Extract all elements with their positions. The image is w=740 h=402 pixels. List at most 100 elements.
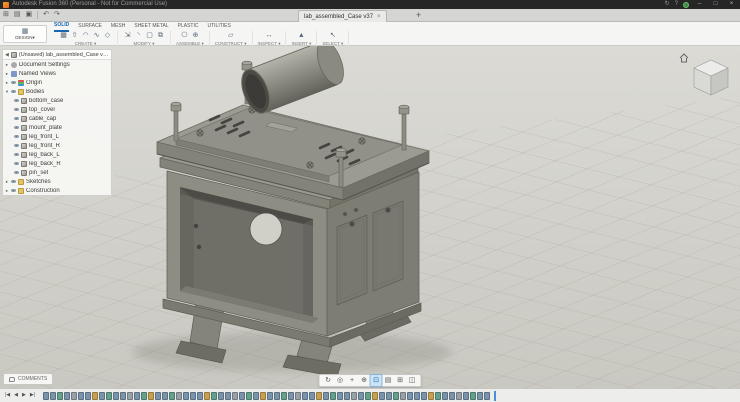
loft-tool-icon[interactable]: ◇ [103,31,112,40]
collapse-panel-icon[interactable]: ◀ [5,52,9,58]
timeline-feature[interactable] [225,392,231,400]
undo-icon[interactable]: ↶ [43,9,49,21]
timeline-feature[interactable] [470,392,476,400]
timeline-feature[interactable] [78,392,84,400]
timeline-feature[interactable] [134,392,140,400]
timeline-feature[interactable] [169,392,175,400]
joint-tool-icon[interactable]: ⊕ [191,31,200,40]
visibility-eye-icon[interactable] [14,108,19,112]
timeline-feature[interactable] [288,392,294,400]
shell-tool-icon[interactable]: ▢ [145,31,154,40]
timeline-feature[interactable] [176,392,182,400]
timeline-feature[interactable] [358,392,364,400]
create-sketch-tool-icon[interactable]: ▦ [59,31,68,40]
timeline-feature[interactable] [113,392,119,400]
timeline-feature[interactable] [428,392,434,400]
measure-tool-icon[interactable]: ↔ [264,31,273,40]
extrude-tool-icon[interactable]: ⇧ [70,31,79,40]
timeline-feature[interactable] [295,392,301,400]
expand-arrow-icon[interactable]: ▸ [5,179,9,185]
timeline-feature[interactable] [267,392,273,400]
expand-arrow-icon[interactable]: ▸ [5,188,9,194]
user-avatar[interactable] [683,2,689,8]
display-settings-icon[interactable]: ▤ [383,375,394,386]
browser-item-construction[interactable]: ▸Construction [3,186,111,195]
timeline-feature[interactable] [337,392,343,400]
go-to-start-button[interactable]: |◀ [4,389,11,402]
tab-plastic[interactable]: PLASTIC [178,22,199,31]
timeline-feature[interactable] [218,392,224,400]
browser-item-body[interactable]: leg_front_R [3,141,111,150]
browser-item-body[interactable]: cable_cap [3,114,111,123]
timeline-feature[interactable] [365,392,371,400]
timeline-feature[interactable] [463,392,469,400]
revolve-tool-icon[interactable]: ◠ [81,31,90,40]
timeline-feature[interactable] [50,392,56,400]
expand-arrow-icon[interactable]: ▾ [5,89,9,95]
timeline-feature[interactable] [246,392,252,400]
timeline-feature[interactable] [351,392,357,400]
data-panel-icon[interactable]: ⊞ [3,9,9,21]
timeline-feature[interactable] [71,392,77,400]
tab-surface[interactable]: SURFACE [78,22,102,31]
visibility-eye-icon[interactable] [14,153,19,157]
timeline-feature[interactable] [253,392,259,400]
timeline-feature[interactable] [127,392,133,400]
timeline-feature[interactable] [148,392,154,400]
tab-utilities[interactable]: UTILITIES [207,22,230,31]
timeline-feature[interactable] [260,392,266,400]
visibility-eye-icon[interactable] [14,99,19,103]
timeline-feature[interactable] [484,392,490,400]
home-icon[interactable] [680,54,688,62]
browser-item-body[interactable]: leg_back_L [3,150,111,159]
zoom-icon[interactable]: ⊕ [359,375,370,386]
visibility-eye-icon[interactable] [14,135,19,139]
browser-item-bodies[interactable]: ▾Bodies [3,87,111,96]
timeline-feature[interactable] [449,392,455,400]
timeline-feature[interactable] [197,392,203,400]
timeline-feature[interactable] [64,392,70,400]
browser-header[interactable]: ◀ (Unsaved) lab_assembled_Case v37 [3,50,111,60]
timeline-feature[interactable] [141,392,147,400]
document-tab[interactable]: lab_assembled_Case v37 × [298,10,387,22]
insert-mesh-tool-icon[interactable]: ▲ [297,31,306,40]
visibility-eye-icon[interactable] [14,162,19,166]
new-component-tool-icon[interactable]: ⎔ [180,31,189,40]
visibility-eye-icon[interactable] [14,126,19,130]
timeline-feature[interactable] [183,392,189,400]
timeline-feature[interactable] [239,392,245,400]
save-icon[interactable]: ▣ [26,9,33,21]
comments-bar[interactable]: COMMENTS [3,373,53,385]
construct-plane-tool-icon[interactable]: ▱ [226,31,235,40]
close-button[interactable]: × [726,0,737,9]
timeline-feature[interactable] [99,392,105,400]
timeline-feature[interactable] [232,392,238,400]
timeline-feature[interactable] [85,392,91,400]
browser-item-named-views[interactable]: ▸Named Views [3,69,111,78]
browser-item-body[interactable]: leg_back_R [3,159,111,168]
orbit-icon[interactable]: ↻ [323,375,334,386]
visibility-eye-icon[interactable] [11,189,16,193]
browser-item-body[interactable]: bottom_case [3,96,111,105]
close-tab-icon[interactable]: × [377,14,381,20]
fit-icon[interactable]: ⊡ [371,375,382,386]
timeline-feature[interactable] [386,392,392,400]
timeline-feature[interactable] [106,392,112,400]
grid-and-snaps-icon[interactable]: ⊞ [395,375,406,386]
viewport-3d[interactable]: ◀ (Unsaved) lab_assembled_Case v37 ▸Docu… [0,46,740,388]
tab-sheet-metal[interactable]: SHEET METAL [134,22,168,31]
browser-item-origin[interactable]: ▸Origin [3,78,111,87]
viewports-icon[interactable]: ◫ [407,375,418,386]
go-to-end-button[interactable]: ▶| [29,389,36,402]
timeline-feature[interactable] [43,392,49,400]
new-tab-button[interactable]: + [416,9,421,22]
browser-item-body[interactable]: pin_set [3,168,111,177]
timeline-feature[interactable] [204,392,210,400]
browser-item-body[interactable]: top_cover [3,105,111,114]
timeline-feature[interactable] [442,392,448,400]
view-cube[interactable] [678,50,734,98]
file-menu-icon[interactable]: ▤ [14,9,21,21]
browser-item-body[interactable]: mount_plate [3,123,111,132]
timeline-feature[interactable] [435,392,441,400]
job-status-icon[interactable]: ↻ [665,0,670,9]
